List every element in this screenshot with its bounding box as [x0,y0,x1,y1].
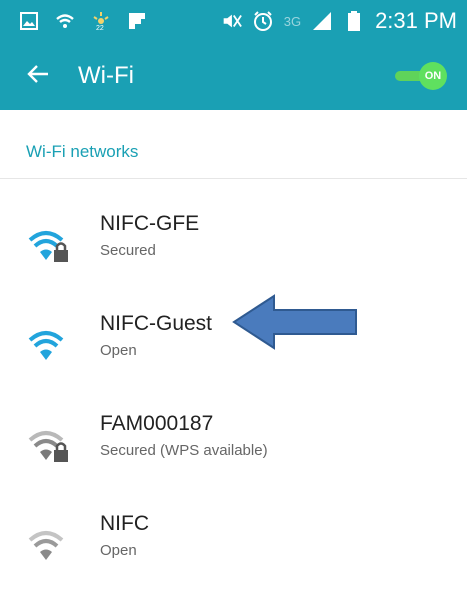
network-status: Open [100,342,137,359]
flipboard-icon [126,10,148,32]
annotation-arrow-icon [232,292,360,352]
back-arrow-icon[interactable] [24,60,52,88]
status-bar: 22 3G 2:31 PM [0,0,467,42]
signal-icon [311,10,333,32]
wifi-icon [26,322,76,366]
network-status: Secured (WPS available) [100,442,268,459]
network-name: NIFC-Guest [100,312,213,335]
network-name: NIFC [100,512,149,535]
wifi-icon [54,10,76,32]
status-bar-left: 22 [18,10,148,32]
network-type-label: 3G [283,13,302,29]
clock: 2:31 PM [375,8,457,33]
wifi-toggle[interactable]: ON [395,62,447,90]
weather-icon: 22 [90,10,112,32]
section-header: Wi-Fi networks [26,142,139,161]
toggle-knob: ON [419,62,447,90]
battery-icon [343,10,365,32]
status-bar-right: 3G 2:31 PM [220,8,457,34]
network-item[interactable]: NIFC-GFE Secured [0,196,467,296]
network-item[interactable]: NIFC Open [0,496,467,596]
svg-text:22: 22 [96,25,104,31]
network-name: FAM000187 [100,412,214,435]
mute-icon [220,10,242,32]
network-status: Open [100,542,137,559]
network-name: NIFC-GFE [100,212,200,235]
gallery-icon [18,10,40,32]
page-title: Wi-Fi [78,62,134,89]
wifi-locked-icon [26,422,76,466]
app-bar: Wi-Fi ON [0,42,467,110]
network-item[interactable]: FAM000187 Secured (WPS available) [0,396,467,496]
divider [0,178,467,179]
network-status: Secured [100,242,156,259]
wifi-icon [26,522,76,566]
alarm-icon [252,10,274,32]
wifi-locked-icon [26,222,76,266]
